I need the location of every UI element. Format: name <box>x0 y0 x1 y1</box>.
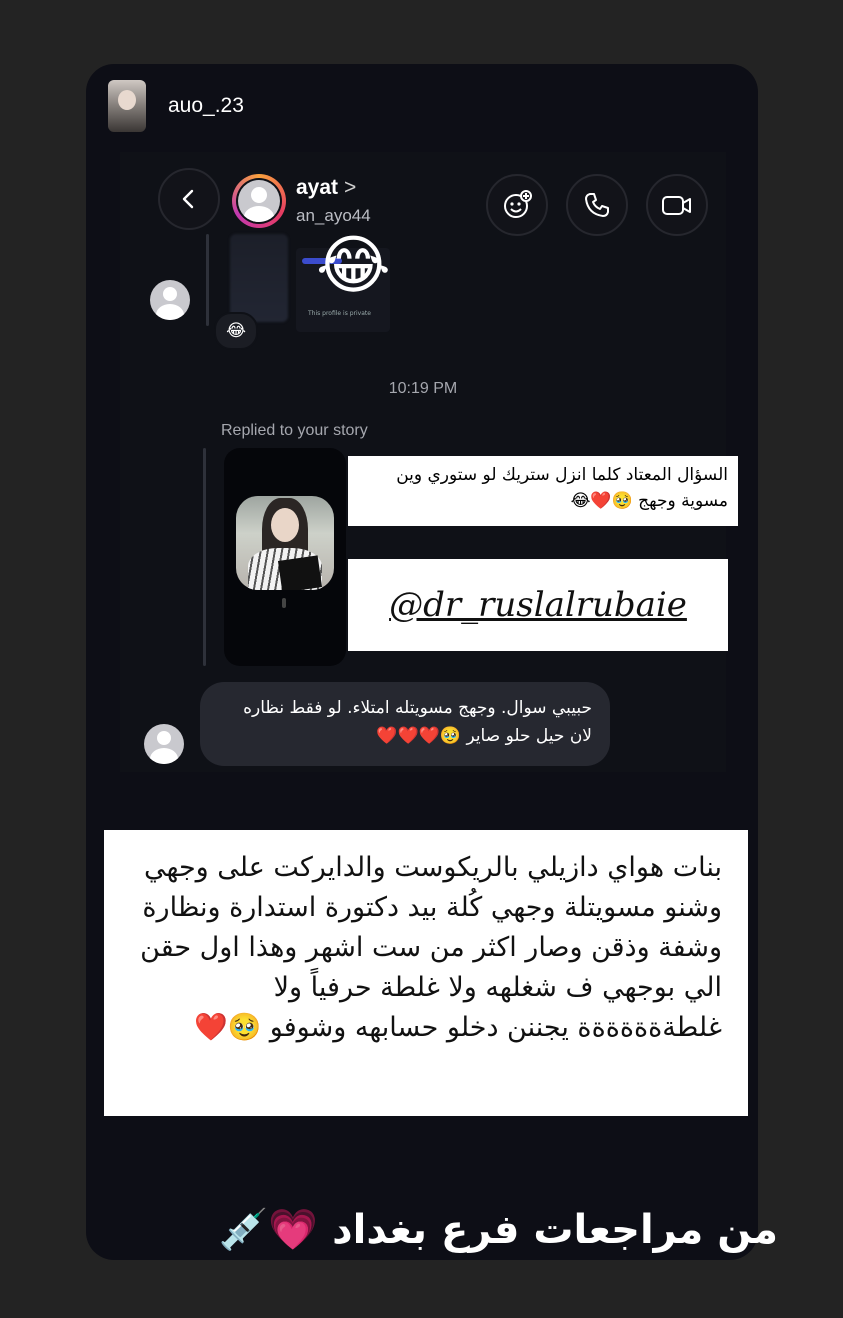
story-photo <box>236 496 334 590</box>
default-profile-icon <box>238 180 280 222</box>
reply-thread-line <box>206 234 209 326</box>
message-timestamp: 10:19 PM <box>388 380 458 397</box>
incoming-message-bubble[interactable]: حبيبي سوال. وجهج مسويتله امتلاء. لو فقط … <box>200 682 610 766</box>
story-card: auo_.23 ayat > an_ayo44 This profile is … <box>86 64 758 1260</box>
blurred-shared-image <box>230 234 288 322</box>
replied-story-preview[interactable] <box>224 448 346 666</box>
contact-name[interactable]: ayat > <box>296 176 356 200</box>
audio-call-button[interactable] <box>566 174 628 236</box>
story-caption-box: بنات هواي دازيلي بالريكوست والدايركت على… <box>104 830 748 1116</box>
dm-screenshot: ayat> an_ayo44 😂 <box>120 152 738 772</box>
story-mention[interactable]: @dr_ruslalrubaie <box>348 559 728 651</box>
effects-face-icon <box>504 190 532 218</box>
replied-to-story-label: Replied to your story <box>221 422 368 439</box>
story-header: auo_.23 <box>108 78 244 134</box>
back-button[interactable] <box>158 168 220 230</box>
chevron-right-icon: > <box>344 176 357 199</box>
reply-thread-line <box>203 448 206 666</box>
sender-avatar[interactable] <box>150 280 190 320</box>
story-note-text: السؤال المعتاد كلما انزل ستريك لو ستوري … <box>348 456 738 526</box>
story-author-avatar[interactable] <box>108 80 146 132</box>
sent-emoji[interactable]: 😂 <box>316 234 391 298</box>
sender-avatar[interactable] <box>144 724 184 764</box>
footer-caption: من مراجعات فرع بغداد 💗💉 <box>218 1207 778 1253</box>
message-reaction[interactable]: 😂 <box>214 312 258 350</box>
story-author-username[interactable]: auo_.23 <box>168 94 244 118</box>
contact-avatar[interactable] <box>232 174 286 228</box>
effects-button[interactable] <box>486 174 548 236</box>
phone-icon <box>585 193 609 217</box>
contact-handle: an_ayo44 <box>296 206 371 225</box>
video-call-button[interactable] <box>646 174 708 236</box>
chevron-left-icon <box>182 189 194 209</box>
video-camera-icon <box>662 196 691 215</box>
